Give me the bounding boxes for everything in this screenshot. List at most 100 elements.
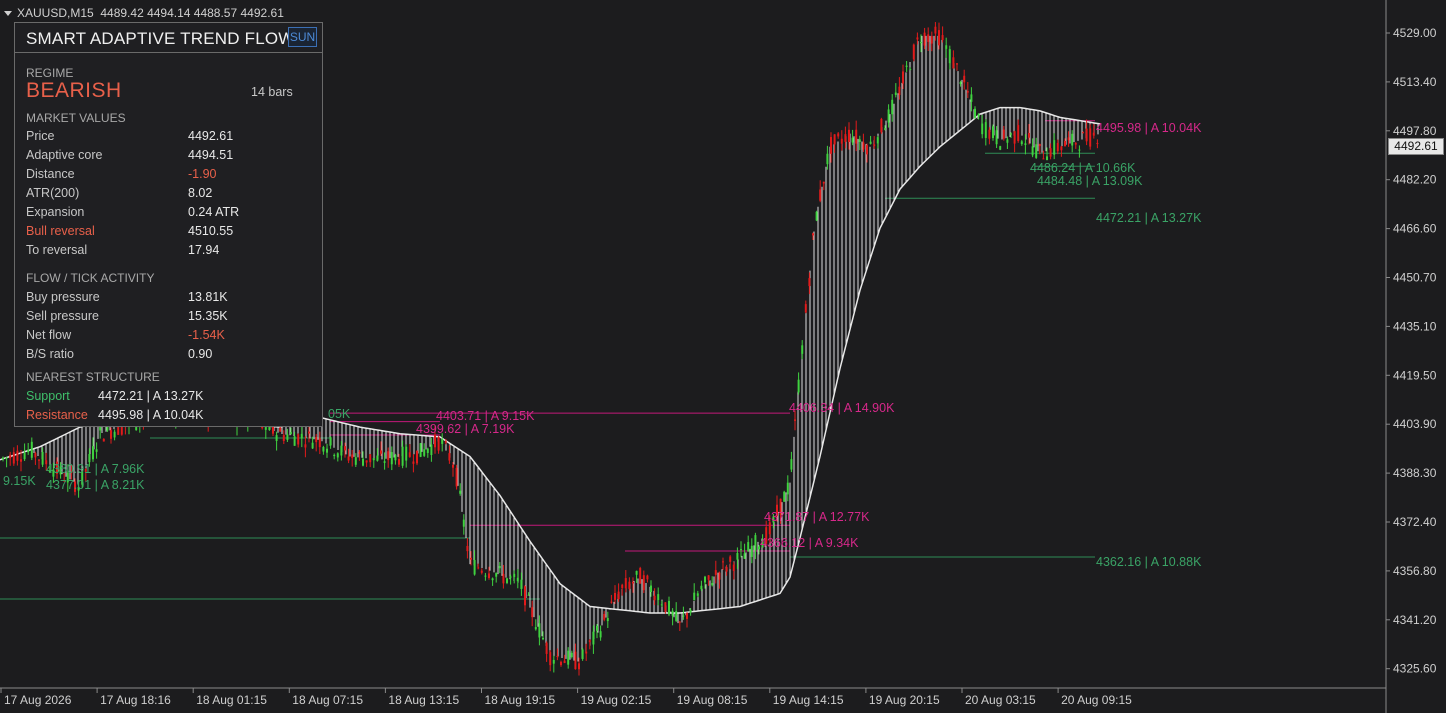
candle-body: [1067, 137, 1070, 141]
candle-body: [815, 211, 818, 221]
candle-body: [1002, 129, 1005, 139]
flow_values-value: 0.90: [188, 347, 213, 361]
candle-body: [808, 278, 811, 287]
flow_values-label: Buy pressure: [26, 290, 100, 304]
candle-body: [963, 75, 966, 83]
x-tick-label: 19 Aug 20:15: [869, 693, 940, 707]
resistance-label: Resistance: [26, 408, 88, 422]
market_values-value: 17.94: [188, 243, 220, 257]
candle-body: [5, 457, 8, 459]
candle-body: [318, 438, 321, 448]
candle-body: [1085, 128, 1088, 142]
theme-toggle-button[interactable]: SUN: [288, 27, 317, 47]
candle-body: [891, 99, 894, 115]
candle-body: [898, 86, 901, 96]
level-label: 05K: [328, 407, 351, 421]
x-tick-label: 18 Aug 01:15: [196, 693, 267, 707]
candle-body: [412, 461, 415, 464]
y-tick-label: 4356.80: [1393, 564, 1437, 578]
candle-body: [920, 42, 922, 44]
candle-body: [578, 663, 580, 670]
candle-body: [714, 570, 717, 575]
candle-body: [484, 575, 487, 577]
candle-body: [527, 594, 530, 596]
candle-body: [970, 94, 973, 102]
candle-body: [995, 130, 998, 145]
candle-body: [286, 434, 289, 440]
candle-body: [2, 457, 4, 459]
candle-body: [365, 460, 368, 463]
structure-label: NEAREST STRUCTURE: [26, 370, 160, 384]
candle-body: [401, 446, 404, 466]
level-label: 4371.87 | A 12.77K: [764, 510, 870, 524]
market-values-label: MARKET VALUES: [26, 111, 126, 125]
candle-body: [740, 549, 742, 551]
candle-body: [531, 607, 534, 618]
level-label: 4403.71 | A 9.15K: [436, 409, 535, 423]
price-axis[interactable]: 4529.00 4513.40 4497.80 4482.20 4466.60 4450.…: [1386, 26, 1437, 676]
candle-body: [322, 447, 325, 452]
candle-body: [1024, 143, 1027, 146]
candle-body: [1092, 132, 1095, 136]
candle-body: [999, 146, 1002, 150]
x-tick-label: 20 Aug 03:15: [965, 693, 1036, 707]
candle-body: [794, 419, 796, 421]
candle-body: [747, 542, 750, 552]
candle-body: [300, 433, 303, 439]
candle-body: [1053, 140, 1056, 155]
candle-body: [923, 32, 926, 46]
candle-body: [290, 432, 292, 434]
candle-body: [495, 573, 498, 577]
candle-body: [725, 567, 728, 572]
candle-body: [632, 581, 634, 584]
candle-body: [736, 553, 739, 560]
y-tick-label: 4388.30: [1393, 466, 1437, 480]
x-tick-label: 18 Aug 13:15: [388, 693, 459, 707]
resistance-value: 4495.98 | A 10.04K: [98, 408, 204, 422]
candle-body: [624, 578, 627, 589]
candle-body: [430, 444, 433, 456]
candle-body: [837, 133, 840, 137]
candle-body: [909, 69, 912, 71]
candle-body: [696, 593, 699, 596]
candle-body: [110, 430, 112, 439]
y-tick-label: 4419.50: [1393, 368, 1437, 382]
panel-title-bar[interactable]: SMART ADAPTIVE TREND FLOW SUN: [15, 23, 322, 53]
candle-body: [646, 575, 649, 580]
menu-triangle-icon[interactable]: [4, 11, 12, 17]
level-label: 4380.91 | A 7.96K: [46, 462, 145, 476]
candle-body: [797, 379, 800, 393]
candle-body: [689, 609, 692, 613]
candle-body: [538, 623, 541, 638]
candle-body: [682, 615, 685, 617]
candle-body: [826, 153, 829, 165]
candle-body: [545, 642, 548, 654]
candle-body: [488, 573, 490, 579]
candle-body: [664, 602, 667, 612]
time-axis[interactable]: 17 Aug 2026 17 Aug 18:16 18 Aug 01:15 18 Au…: [0, 688, 1132, 707]
candle-body: [833, 134, 836, 145]
y-tick-label: 4435.10: [1393, 319, 1437, 333]
candle-body: [984, 122, 987, 138]
candle-body: [1071, 133, 1074, 146]
candle-body: [1096, 143, 1099, 145]
candle-body: [376, 455, 379, 461]
candle-body: [693, 592, 696, 601]
candle-body: [862, 142, 865, 150]
candle-body: [660, 604, 663, 606]
candle-body: [675, 611, 678, 621]
regime-bars: 14 bars: [251, 85, 293, 99]
candle-body: [27, 449, 30, 453]
level-label: 4366.12 | A 9.34K: [760, 536, 859, 550]
candle-body: [869, 141, 872, 144]
candle-body: [804, 304, 807, 313]
candle-body: [657, 594, 660, 601]
candle-body: [444, 441, 447, 443]
y-tick-label: 4497.80: [1393, 124, 1437, 138]
flow_values-value: 13.81K: [188, 290, 228, 304]
candle-body: [509, 576, 512, 578]
candle-body: [275, 435, 278, 441]
candle-body: [1064, 140, 1066, 147]
flow-label: FLOW / TICK ACTIVITY: [26, 271, 155, 285]
candle-body: [718, 572, 721, 580]
